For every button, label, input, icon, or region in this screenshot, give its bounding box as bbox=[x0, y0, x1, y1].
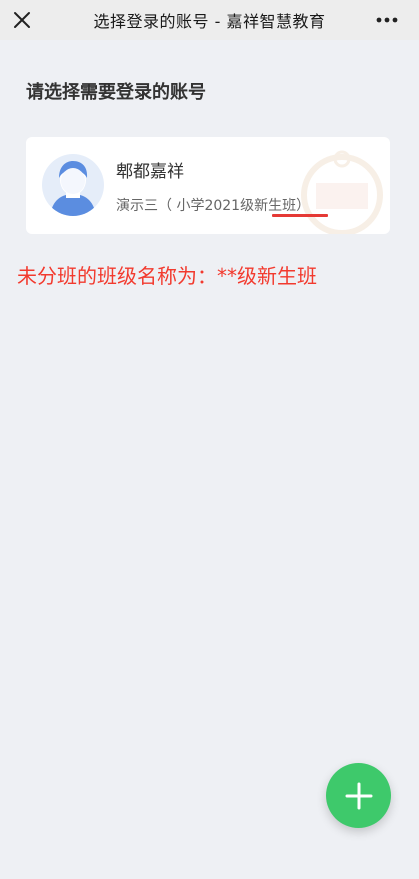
annotation-underline bbox=[272, 214, 328, 217]
user-avatar-icon bbox=[50, 161, 96, 216]
add-account-button[interactable] bbox=[326, 763, 391, 828]
close-button[interactable] bbox=[6, 4, 38, 36]
account-detail: 演示三（ 小学2021级新生班） bbox=[116, 198, 311, 214]
avatar bbox=[42, 154, 104, 216]
account-card[interactable]: 郫都嘉祥 演示三（ 小学2021级新生班） bbox=[26, 137, 390, 234]
plus-icon bbox=[345, 782, 372, 809]
top-bar: 选择登录的账号 - 嘉祥智慧教育 bbox=[0, 0, 419, 40]
section-heading: 请选择需要登录的账号 bbox=[26, 82, 206, 103]
more-horizontal-icon bbox=[376, 17, 398, 23]
annotation-text: 未分班的班级名称为：**级新生班 bbox=[17, 264, 317, 288]
more-button[interactable] bbox=[369, 4, 405, 36]
account-name: 郫都嘉祥 bbox=[116, 162, 184, 182]
close-icon bbox=[14, 12, 30, 28]
school-logo-watermark bbox=[301, 150, 383, 234]
page-title: 选择登录的账号 - 嘉祥智慧教育 bbox=[93, 12, 326, 31]
